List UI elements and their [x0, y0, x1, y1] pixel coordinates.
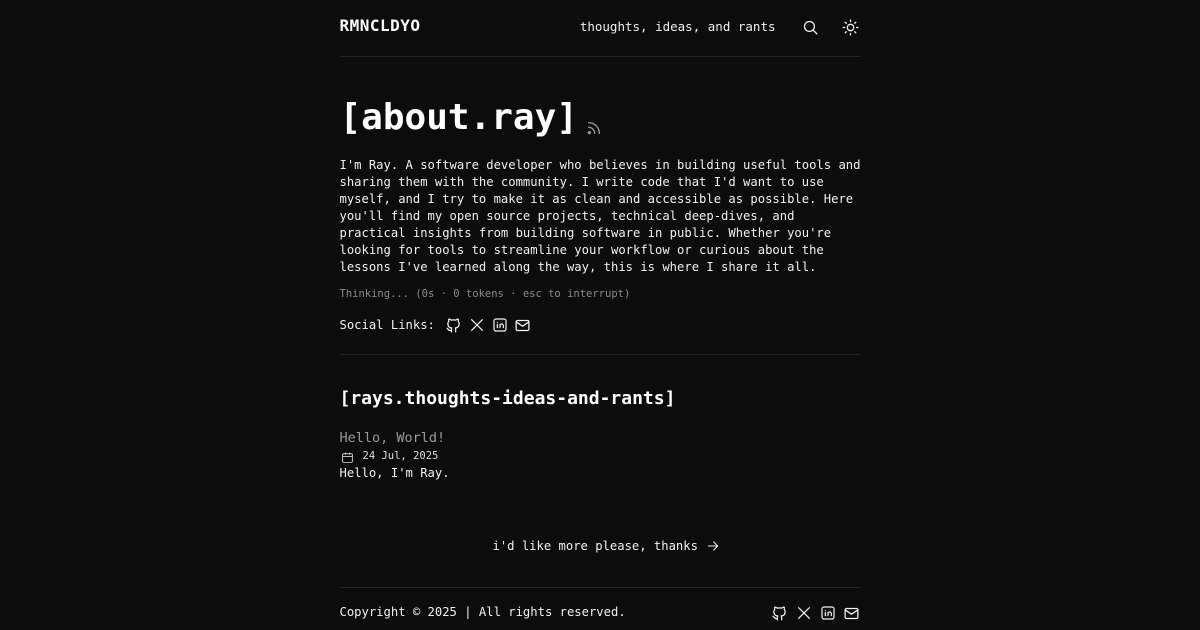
x-icon: [797, 607, 810, 619]
social-links-label: Social Links:: [339, 318, 435, 332]
site-header: RMNCLDYO thoughts, ideas, and rants: [339, 0, 861, 57]
more-posts-link[interactable]: i'd like more please, thanks: [493, 539, 720, 553]
footer-divider: [339, 587, 861, 588]
footer-github-link[interactable]: [771, 604, 789, 622]
sun-icon: [842, 18, 859, 36]
rss-link[interactable]: [586, 120, 602, 136]
page-title: [about.ray]: [339, 97, 578, 138]
calendar-icon: [341, 449, 355, 463]
nav-link-thoughts[interactable]: thoughts, ideas, and rants: [580, 19, 776, 34]
brand-logo-link[interactable]: RMNCLDYO: [340, 16, 421, 35]
github-icon: [772, 606, 786, 621]
search-icon: [803, 20, 818, 35]
github-link[interactable]: [445, 316, 463, 334]
post-excerpt: Hello, I'm Ray.: [339, 466, 450, 480]
arrow-right-icon: [706, 539, 720, 553]
section-divider: [339, 354, 861, 355]
post-title-link[interactable]: Hello, World!: [340, 430, 446, 446]
github-icon: [446, 318, 461, 333]
email-link[interactable]: [514, 316, 532, 334]
post-date-row: 24 Jul, 2025: [341, 449, 439, 463]
x-icon: [470, 319, 483, 331]
search-button[interactable]: [801, 17, 821, 37]
rss-icon: [587, 122, 600, 135]
copyright-text: Copyright © 2025 | All rights reserved.: [339, 605, 626, 619]
mail-icon: [515, 319, 530, 331]
x-link[interactable]: [468, 316, 486, 334]
theme-toggle-button[interactable]: [841, 17, 861, 37]
page-container: RMNCLDYO thoughts, ideas, and rants [abo…: [339, 0, 861, 630]
about-bio: I'm Ray. A software developer who believ…: [339, 158, 861, 274]
linkedin-link[interactable]: [491, 316, 509, 334]
thinking-status: Thinking... (0s · 0 tokens · esc to inte…: [339, 288, 631, 300]
linkedin-icon: [820, 606, 835, 620]
footer-x-link[interactable]: [795, 604, 813, 622]
posts-section-title: [rays.thoughts-ideas-and-rants]: [339, 388, 676, 409]
footer-linkedin-link[interactable]: [819, 604, 837, 622]
linkedin-icon: [493, 318, 507, 332]
more-posts-label: i'd like more please, thanks: [492, 539, 698, 553]
footer-social-links: [765, 604, 861, 622]
footer-email-link[interactable]: [843, 604, 861, 622]
about-title-row: [about.ray]: [340, 94, 602, 142]
mail-icon: [844, 607, 859, 619]
post-date: 24 Jul, 2025: [362, 450, 439, 462]
social-links-row: Social Links:: [340, 316, 537, 334]
